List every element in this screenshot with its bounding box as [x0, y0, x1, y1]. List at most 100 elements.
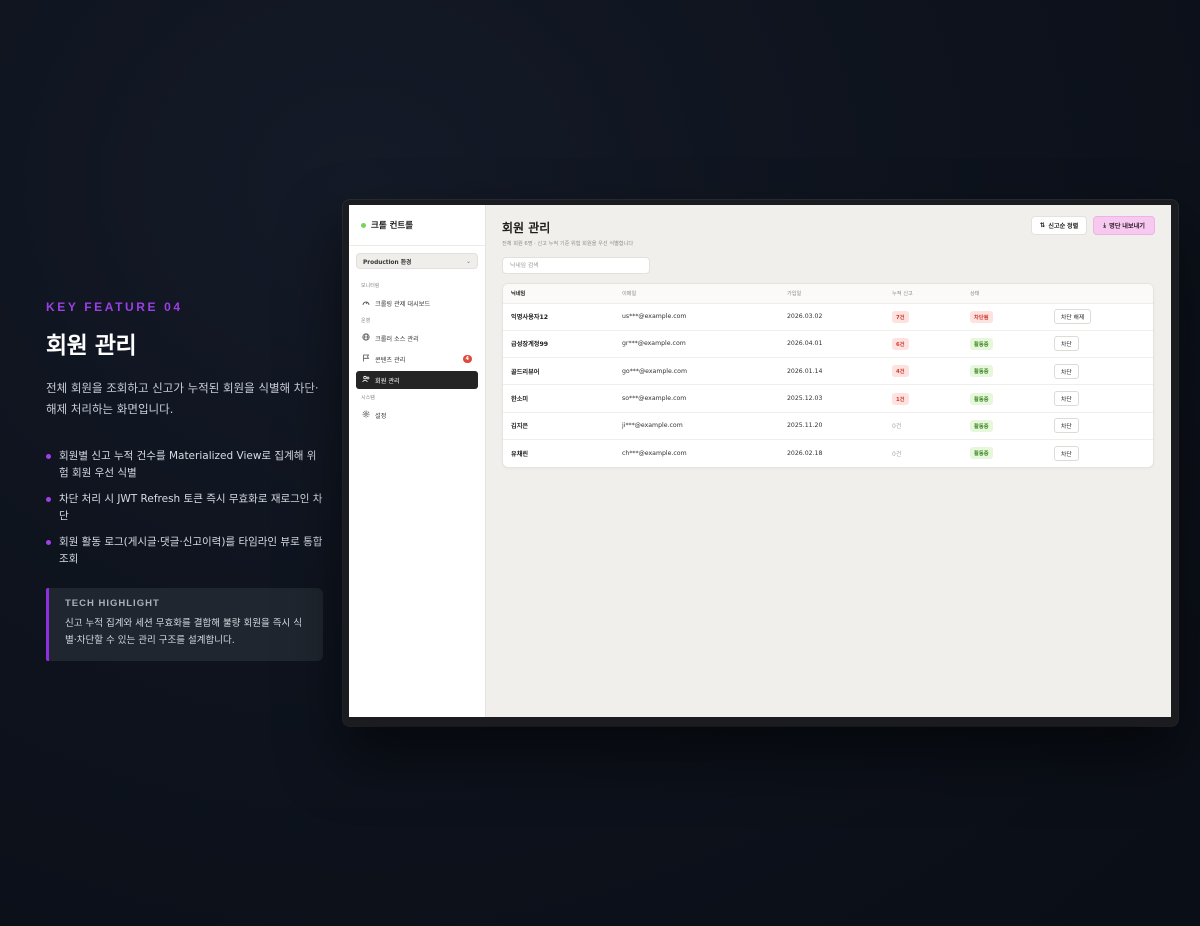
cell-email: ch***@example.com [622, 449, 687, 457]
feature-kicker: KEY FEATURE 04 [46, 300, 183, 314]
header-nickname: 닉네임 [503, 284, 614, 304]
sidebar-item-label: 설정 [375, 412, 387, 420]
status-badge: 차단됨 [970, 310, 993, 323]
cell-joined: 2025.11.20 [779, 412, 884, 440]
status-badge: 활동중 [970, 447, 993, 460]
cell-action: 차단 [1046, 384, 1153, 413]
sort-button-label: 신고순 정렬 [1048, 223, 1079, 230]
status-badge: 활동중 [970, 337, 993, 350]
table-row[interactable]: 유채린 ch***@example.com 2026.02.18 0건 활동중 … [503, 439, 1153, 466]
feature-bullet-text: 차단 처리 시 JWT Refresh 토큰 즉시 무효화로 재로그인 차단 [59, 493, 323, 522]
cell-reports: 0건 [884, 412, 962, 440]
sidebar-item-settings[interactable]: 설정 [356, 406, 478, 424]
cell-status: 활동중 [962, 412, 1046, 440]
cell-status: 활동중 [962, 330, 1046, 359]
cell-reports: 7건 [884, 303, 962, 331]
report-count-badge: 4건 [892, 365, 909, 378]
globe-icon [362, 333, 370, 343]
cell-reports: 6건 [884, 330, 962, 359]
block-button[interactable]: 차단 [1054, 445, 1079, 461]
nickname-search-input[interactable] [502, 257, 650, 274]
cell-action: 차단 [1046, 330, 1153, 359]
bullet-dot-icon [46, 497, 51, 502]
report-count-badge: 6건 [892, 337, 909, 350]
content-count-badge: 4 [462, 355, 472, 363]
page-subtitle: 전체 회원 6명 · 신고 누적 기준 위험 회원을 우선 식별합니다 [502, 241, 634, 247]
sidebar-item-content[interactable]: 콘텐츠 관리 4 [356, 350, 478, 368]
header-email: 이메일 [614, 284, 779, 304]
cell-action: 차단 [1046, 439, 1153, 466]
tech-highlight-label: TECH HIGHLIGHT [65, 598, 160, 609]
cell-action: 차단 해제 [1046, 303, 1153, 331]
brand-name: 크롤 컨트롤 [371, 221, 414, 231]
status-badge: 활동중 [970, 419, 993, 432]
gear-icon [362, 410, 370, 420]
table-row[interactable]: 김지은 ji***@example.com 2025.11.20 0건 활동중 … [503, 412, 1153, 440]
members-table-card: 닉네임 이메일 가입일 누적 신고 상태 익명사용자12 us***@examp… [502, 283, 1154, 468]
table-header-row: 닉네임 이메일 가입일 누적 신고 상태 [503, 284, 1153, 304]
download-icon: ⤓ [1103, 221, 1107, 229]
main-content: 회원 관리 전체 회원 6명 · 신고 누적 기준 위험 회원을 우선 식별합니… [486, 205, 1171, 717]
flag-icon [362, 354, 370, 364]
feature-bullet: 회원 활동 로그(게시글·댓글·신고이력)를 타임라인 뷰로 통합 조회 [46, 534, 326, 568]
sidebar-item-members[interactable]: 회원 관리 [356, 371, 478, 389]
sidebar: 크롤 컨트롤 Production 환경 ⌄ 모니터링 크롤링 관제 대시보드 … [349, 205, 486, 717]
cell-status: 활동중 [962, 357, 1046, 386]
feature-bullet: 차단 처리 시 JWT Refresh 토큰 즉시 무효화로 재로그인 차단 [46, 491, 326, 525]
status-dot-icon [361, 222, 366, 228]
tech-highlight-text: 신고 누적 집계와 세션 무효화를 결합해 불량 회원을 즉시 식별·차단할 수… [65, 618, 302, 646]
cell-nickname: 유채린 [511, 450, 529, 458]
cell-nickname: 급성장계정99 [503, 330, 614, 359]
cell-joined: 2025.12.03 [779, 384, 884, 413]
feature-bullet: 회원별 신고 누적 건수를 Materialized View로 집계해 위험 … [46, 448, 326, 482]
sort-by-reports-button[interactable]: ⇅ 신고순 정렬 [1031, 216, 1088, 235]
cell-joined: 2026.03.02 [779, 303, 884, 331]
feature-description: 전체 회원을 조회하고 신고가 누적된 회원을 식별해 차단·해제 처리하는 화… [46, 381, 319, 416]
block-button[interactable]: 차단 [1054, 363, 1079, 379]
report-count-text: 0건 [892, 423, 902, 431]
cell-nickname: 김지은 [503, 412, 614, 440]
table-row[interactable]: 골드리뷰어 go***@example.com 2026.01.14 4건 활동… [503, 357, 1153, 386]
nav-section-monitoring: 모니터링 [361, 283, 380, 289]
environment-select[interactable]: Production 환경 ⌄ [356, 253, 478, 269]
table-row[interactable]: 급성장계정99 gr***@example.com 2026.04.01 6건 … [503, 330, 1153, 359]
feature-bullet-text: 회원 활동 로그(게시글·댓글·신고이력)를 타임라인 뷰로 통합 조회 [59, 536, 323, 565]
header-reports: 누적 신고 [884, 284, 962, 304]
cell-nickname: 한소미 [503, 384, 614, 413]
report-count-text: 0건 [892, 450, 902, 458]
cell-joined: 2026.02.18 [787, 449, 823, 457]
sidebar-item-sources[interactable]: 크롤러 소스 관리 [356, 329, 478, 347]
bullet-dot-icon [46, 540, 51, 545]
sidebar-item-label: 콘텐츠 관리 [375, 356, 406, 364]
header-actions [1046, 284, 1153, 304]
nav-section-ops: 운영 [361, 318, 371, 324]
bullet-dot-icon [46, 454, 51, 459]
sidebar-item-dashboard[interactable]: 크롤링 관제 대시보드 [356, 294, 478, 312]
unblock-button[interactable]: 차단 해제 [1054, 309, 1092, 325]
export-list-button[interactable]: ⤓ 명단 내보내기 [1093, 216, 1155, 235]
page-actions: ⇅ 신고순 정렬 ⤓ 명단 내보내기 [1031, 216, 1155, 235]
cell-reports: 0건 [884, 439, 962, 466]
cell-joined: 2026.04.01 [779, 330, 884, 359]
cell-nickname: 익명사용자12 [503, 303, 614, 331]
cell-status: 차단됨 [962, 303, 1046, 331]
cell-action: 차단 [1046, 412, 1153, 440]
sidebar-item-label: 크롤러 소스 관리 [375, 335, 419, 343]
export-button-label: 명단 내보내기 [1109, 223, 1145, 230]
status-badge: 활동중 [970, 365, 993, 378]
cell-email: us***@example.com [614, 303, 779, 331]
sidebar-item-label: 회원 관리 [375, 377, 400, 385]
report-count-badge: 1건 [892, 392, 909, 405]
block-button[interactable]: 차단 [1054, 418, 1079, 434]
block-button[interactable]: 차단 [1054, 391, 1079, 407]
status-badge: 활동중 [970, 392, 993, 405]
cell-status: 활동중 [962, 439, 1046, 466]
feature-panel: KEY FEATURE 04 회원 관리 전체 회원을 조회하고 신고가 누적된… [46, 300, 326, 661]
users-icon [362, 375, 370, 385]
environment-select-value: Production 환경 [363, 259, 412, 266]
app-screen: 크롤 컨트롤 Production 환경 ⌄ 모니터링 크롤링 관제 대시보드 … [349, 205, 1171, 717]
block-button[interactable]: 차단 [1054, 336, 1079, 352]
feature-bullets: 회원별 신고 누적 건수를 Materialized View로 집계해 위험 … [46, 448, 326, 568]
table-row[interactable]: 한소미 so***@example.com 2025.12.03 1건 활동중 … [503, 384, 1153, 413]
table-row[interactable]: 익명사용자12 us***@example.com 2026.03.02 7건 … [503, 303, 1153, 331]
